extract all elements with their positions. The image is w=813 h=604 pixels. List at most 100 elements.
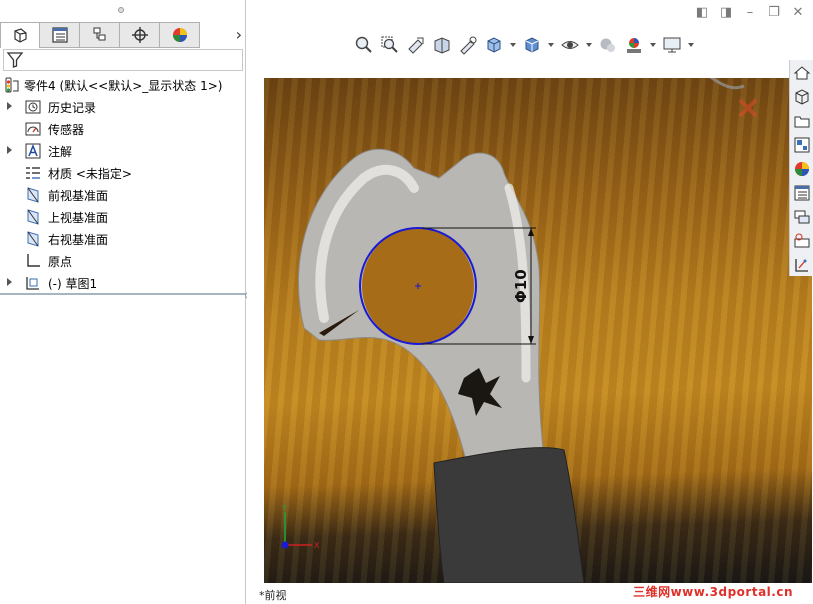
- section-view-icon: [434, 37, 450, 54]
- hide-show-dropdown[interactable]: [585, 34, 593, 56]
- crosshair-icon: [131, 27, 148, 43]
- panel-splitter[interactable]: [0, 0, 245, 20]
- tree-node-label: 前视基准面: [48, 189, 109, 203]
- expand-arrow-icon[interactable]: [7, 146, 12, 154]
- display-style-button[interactable]: [521, 34, 543, 56]
- view-orientation-dropdown[interactable]: [509, 34, 517, 56]
- tree-node-label: 右视基准面: [48, 233, 109, 247]
- view-orientation-button[interactable]: [483, 34, 505, 56]
- cancel-x-icon[interactable]: [738, 98, 758, 118]
- tree-node-origin[interactable]: 原点: [0, 250, 246, 272]
- tree-node-label: 材质 <未指定>: [48, 167, 132, 181]
- property-manager-tab[interactable]: [40, 22, 80, 48]
- monitor-icon: [663, 37, 681, 53]
- section-view-button[interactable]: [431, 34, 453, 56]
- edit-appearance-icon: [600, 38, 615, 52]
- tree-node-top-plane[interactable]: 上视基准面: [0, 206, 246, 228]
- toolbox-icon: [794, 233, 810, 248]
- custom-properties-icon: [794, 185, 810, 201]
- expand-arrow-icon[interactable]: [7, 102, 12, 110]
- tree-node-label: (-) 草图1: [48, 277, 98, 291]
- previous-view-button[interactable]: [405, 34, 427, 56]
- design-library-tab[interactable]: [791, 86, 813, 108]
- view-settings-dropdown[interactable]: [687, 34, 695, 56]
- sketch-tools-tab[interactable]: [791, 254, 813, 276]
- solidworks-window: › 零件4 (默认<<默认>_显示状态 1>) 历史记录 传感器 注解 材质 <…: [0, 0, 813, 604]
- view-name-label: *前视: [259, 589, 287, 602]
- sketch-tools-icon: [795, 259, 808, 272]
- toolbox-tab[interactable]: [791, 230, 813, 252]
- apply-scene-dropdown[interactable]: [649, 34, 657, 56]
- material-icon: [26, 167, 40, 179]
- solidworks-resources-tab[interactable]: [791, 62, 813, 84]
- property-manager-icon: [51, 27, 68, 43]
- graphics-area[interactable]: ◧ ◨ – ❐ ✕ Φ10 Y X *前视 三维网www.3dportal.cn: [247, 0, 813, 604]
- plane-icon: [27, 231, 39, 247]
- tree-node-front-plane[interactable]: 前视基准面: [0, 184, 246, 206]
- window-controls: ◧ ◨ – ❐ ✕: [695, 6, 805, 20]
- heads-up-view-toolbar: [353, 33, 695, 57]
- hide-show-items-button[interactable]: [559, 34, 581, 56]
- plane-icon: [27, 187, 39, 203]
- tree-node-label: 上视基准面: [48, 211, 109, 225]
- feature-tree: 零件4 (默认<<默认>_显示状态 1>) 历史记录 传感器 注解 材质 <未指…: [0, 74, 246, 294]
- maximize-icon[interactable]: ❐: [767, 6, 781, 20]
- panel-separator: [0, 293, 246, 295]
- reference-triad: Y X: [281, 504, 320, 550]
- view-settings-button[interactable]: [661, 34, 683, 56]
- manager-tab-row: ›: [0, 22, 246, 48]
- tree-node-label: 注解: [48, 145, 73, 159]
- expand-arrow-icon[interactable]: [7, 278, 12, 286]
- chat-bubble-icon: [794, 210, 810, 224]
- feature-manager-tab[interactable]: [0, 22, 40, 48]
- display-manager-tab[interactable]: [160, 22, 200, 48]
- design-library-icon: [795, 89, 809, 105]
- zoom-to-fit-button[interactable]: [353, 34, 375, 56]
- apply-scene-button[interactable]: [623, 34, 645, 56]
- display-style-icon: [525, 37, 539, 53]
- feature-manager-icon: [14, 27, 27, 43]
- task-pane-tabs: [789, 60, 813, 276]
- minimize-icon[interactable]: –: [743, 6, 757, 20]
- tree-node-label: 原点: [48, 255, 73, 269]
- tree-node-sketch1[interactable]: (-) 草图1: [0, 272, 246, 294]
- feature-manager-panel: › 零件4 (默认<<默认>_显示状态 1>) 历史记录 传感器 注解 材质 <…: [0, 0, 246, 604]
- annotation-icon: [25, 143, 41, 159]
- chevron-right-icon[interactable]: ›: [236, 25, 242, 44]
- file-explorer-tab[interactable]: [791, 110, 813, 132]
- tree-node-material[interactable]: 材质 <未指定>: [0, 162, 246, 184]
- dynamic-annotation-icon: [460, 36, 477, 55]
- eye-icon: [561, 41, 579, 49]
- restore-right-icon[interactable]: ◨: [719, 6, 733, 20]
- diameter-dimension[interactable]: Φ10: [512, 269, 530, 303]
- dynamic-annotation-button[interactable]: [457, 34, 479, 56]
- restore-left-icon[interactable]: ◧: [695, 6, 709, 20]
- sketch-overlay: Φ10 Y X: [281, 78, 758, 583]
- zoom-to-area-button[interactable]: [379, 34, 401, 56]
- appearances-tab[interactable]: [791, 158, 813, 180]
- site-watermark: 三维网www.3dportal.cn: [633, 585, 793, 599]
- plane-icon: [27, 209, 39, 225]
- view-palette-tab[interactable]: [791, 134, 813, 156]
- apply-scene-icon: [627, 38, 641, 53]
- edit-appearance-button[interactable]: [597, 34, 619, 56]
- tree-node-annotations[interactable]: 注解: [0, 140, 246, 162]
- forum-tab[interactable]: [791, 206, 813, 228]
- tree-node-label: 历史记录: [48, 101, 97, 115]
- sketch-picture[interactable]: Φ10 Y X: [264, 78, 812, 583]
- custom-properties-tab[interactable]: [791, 182, 813, 204]
- dimxpert-manager-tab[interactable]: [120, 22, 160, 48]
- appearance-ball-icon: [795, 162, 809, 176]
- configuration-manager-tab[interactable]: [80, 22, 120, 48]
- confirmation-corner[interactable]: [704, 78, 758, 118]
- triad-x-label: X: [314, 541, 320, 550]
- tree-node-history[interactable]: 历史记录: [0, 96, 246, 118]
- display-style-dropdown[interactable]: [547, 34, 555, 56]
- tree-filter[interactable]: [3, 49, 243, 71]
- tree-node-part[interactable]: 零件4 (默认<<默认>_显示状态 1>): [0, 74, 246, 96]
- close-icon[interactable]: ✕: [791, 6, 805, 20]
- tree-node-sensors[interactable]: 传感器: [0, 118, 246, 140]
- tree-node-label: 零件4 (默认<<默认>_显示状态 1>): [24, 79, 223, 93]
- tree-node-right-plane[interactable]: 右视基准面: [0, 228, 246, 250]
- folder-icon: [794, 116, 810, 128]
